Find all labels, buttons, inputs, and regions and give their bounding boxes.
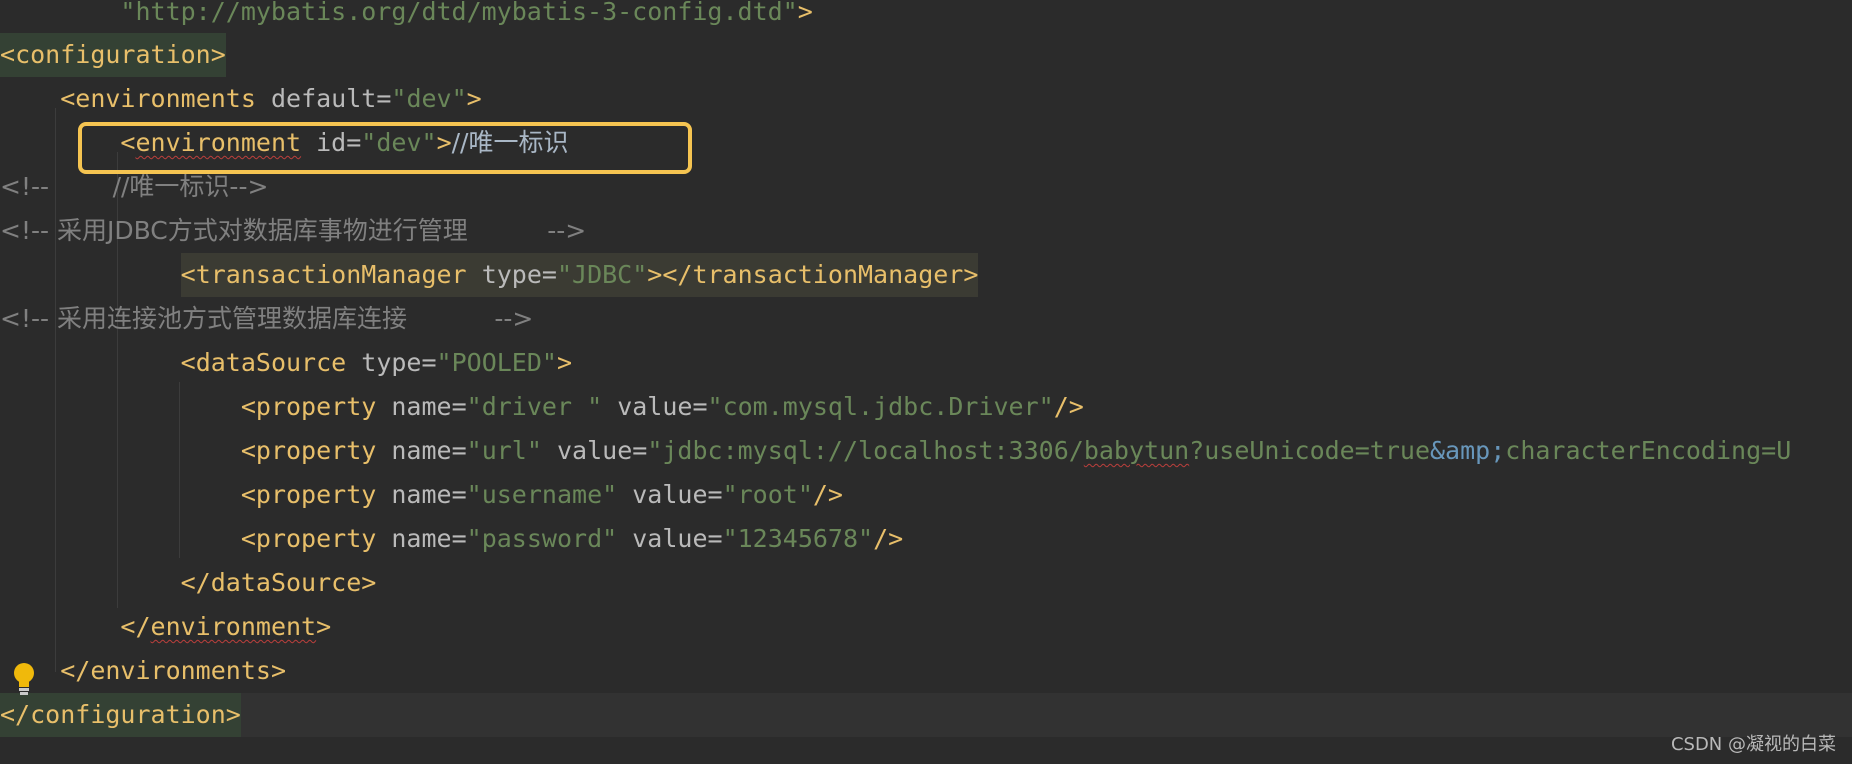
- code-line-current: </configuration>: [0, 693, 1852, 737]
- code-line: </dataSource>: [180, 568, 377, 597]
- comment-line: <!-- 采用JDBC方式对数据库事物进行管理 -->: [0, 216, 587, 245]
- code-line: <dataSource type="POOLED">: [180, 348, 573, 377]
- code-line: "http://mybatis.org/dtd/mybatis-3-config…: [120, 0, 813, 26]
- code-line: <environments default="dev">: [60, 84, 482, 113]
- highlight-callout-box: [78, 122, 692, 174]
- footer-area: [0, 740, 1852, 764]
- code-editor[interactable]: "http://mybatis.org/dtd/mybatis-3-config…: [0, 0, 1852, 740]
- watermark-text: CSDN @凝视的白菜: [1670, 734, 1836, 755]
- code-line: </environment>: [120, 612, 332, 641]
- lightbulb-icon[interactable]: [12, 662, 36, 696]
- code-line: <property name="url" value="jdbc:mysql:/…: [240, 436, 1792, 465]
- code-line: </environments>: [60, 656, 287, 685]
- code-line: <property name="username" value="root"/>: [240, 480, 843, 509]
- code-line: <property name="driver " value="com.mysq…: [240, 392, 1084, 421]
- code-line: <transactionManager type="JDBC"></transa…: [0, 253, 1852, 297]
- code-line: <property name="password" value="1234567…: [240, 524, 904, 553]
- code-line: <configuration>: [0, 33, 1852, 77]
- comment-line: <!-- 采用连接池方式管理数据库连接 -->: [0, 304, 534, 333]
